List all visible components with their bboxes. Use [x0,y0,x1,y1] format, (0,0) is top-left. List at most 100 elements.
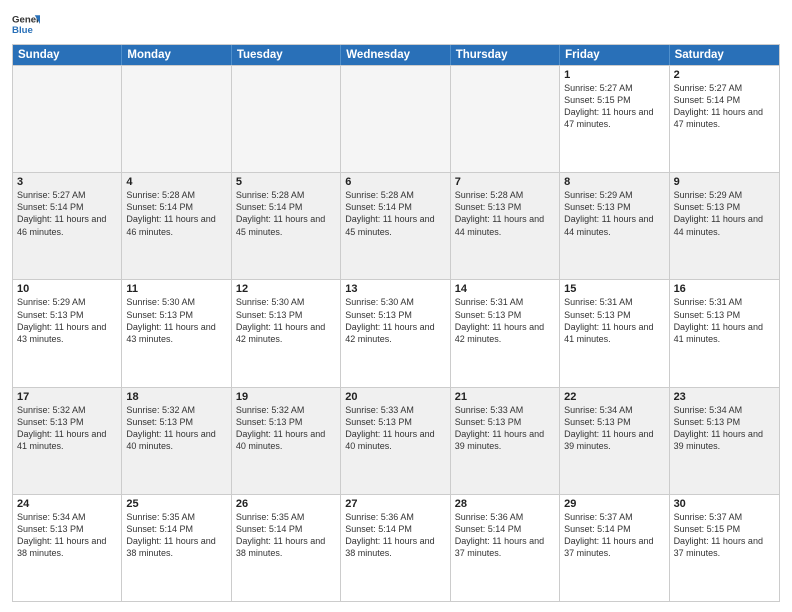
calendar-cell [341,66,450,172]
calendar-cell: 29Sunrise: 5:37 AM Sunset: 5:14 PM Dayli… [560,495,669,601]
day-info: Sunrise: 5:31 AM Sunset: 5:13 PM Dayligh… [455,296,555,345]
calendar-row: 1Sunrise: 5:27 AM Sunset: 5:15 PM Daylig… [13,65,779,172]
calendar-cell: 14Sunrise: 5:31 AM Sunset: 5:13 PM Dayli… [451,280,560,386]
day-info: Sunrise: 5:27 AM Sunset: 5:15 PM Dayligh… [564,82,664,131]
day-number: 15 [564,283,664,295]
day-info: Sunrise: 5:32 AM Sunset: 5:13 PM Dayligh… [17,404,117,453]
day-info: Sunrise: 5:37 AM Sunset: 5:14 PM Dayligh… [564,511,664,560]
header: General Blue [12,10,780,38]
calendar-cell: 10Sunrise: 5:29 AM Sunset: 5:13 PM Dayli… [13,280,122,386]
day-number: 28 [455,498,555,510]
day-info: Sunrise: 5:34 AM Sunset: 5:13 PM Dayligh… [564,404,664,453]
calendar-row: 17Sunrise: 5:32 AM Sunset: 5:13 PM Dayli… [13,387,779,494]
calendar-cell: 2Sunrise: 5:27 AM Sunset: 5:14 PM Daylig… [670,66,779,172]
day-info: Sunrise: 5:30 AM Sunset: 5:13 PM Dayligh… [236,296,336,345]
day-number: 3 [17,176,117,188]
day-info: Sunrise: 5:36 AM Sunset: 5:14 PM Dayligh… [345,511,445,560]
calendar-cell [451,66,560,172]
calendar-cell: 11Sunrise: 5:30 AM Sunset: 5:13 PM Dayli… [122,280,231,386]
logo-icon: General Blue [12,10,40,38]
day-info: Sunrise: 5:32 AM Sunset: 5:13 PM Dayligh… [236,404,336,453]
calendar-cell: 22Sunrise: 5:34 AM Sunset: 5:13 PM Dayli… [560,388,669,494]
day-info: Sunrise: 5:29 AM Sunset: 5:13 PM Dayligh… [564,189,664,238]
day-number: 13 [345,283,445,295]
day-info: Sunrise: 5:37 AM Sunset: 5:15 PM Dayligh… [674,511,775,560]
day-number: 21 [455,391,555,403]
calendar-cell: 1Sunrise: 5:27 AM Sunset: 5:15 PM Daylig… [560,66,669,172]
day-number: 9 [674,176,775,188]
calendar-cell: 19Sunrise: 5:32 AM Sunset: 5:13 PM Dayli… [232,388,341,494]
day-info: Sunrise: 5:28 AM Sunset: 5:14 PM Dayligh… [345,189,445,238]
calendar-cell: 20Sunrise: 5:33 AM Sunset: 5:13 PM Dayli… [341,388,450,494]
day-number: 6 [345,176,445,188]
day-number: 30 [674,498,775,510]
day-number: 24 [17,498,117,510]
day-info: Sunrise: 5:27 AM Sunset: 5:14 PM Dayligh… [674,82,775,131]
calendar-row: 10Sunrise: 5:29 AM Sunset: 5:13 PM Dayli… [13,279,779,386]
day-number: 5 [236,176,336,188]
weekday-header: Monday [122,45,231,65]
day-info: Sunrise: 5:29 AM Sunset: 5:13 PM Dayligh… [17,296,117,345]
day-info: Sunrise: 5:30 AM Sunset: 5:13 PM Dayligh… [345,296,445,345]
day-number: 27 [345,498,445,510]
calendar-cell [232,66,341,172]
day-number: 18 [126,391,226,403]
calendar-cell: 3Sunrise: 5:27 AM Sunset: 5:14 PM Daylig… [13,173,122,279]
calendar-cell [122,66,231,172]
day-info: Sunrise: 5:35 AM Sunset: 5:14 PM Dayligh… [126,511,226,560]
day-info: Sunrise: 5:33 AM Sunset: 5:13 PM Dayligh… [345,404,445,453]
day-info: Sunrise: 5:31 AM Sunset: 5:13 PM Dayligh… [674,296,775,345]
day-info: Sunrise: 5:27 AM Sunset: 5:14 PM Dayligh… [17,189,117,238]
day-number: 1 [564,69,664,81]
calendar-cell: 13Sunrise: 5:30 AM Sunset: 5:13 PM Dayli… [341,280,450,386]
calendar-cell: 26Sunrise: 5:35 AM Sunset: 5:14 PM Dayli… [232,495,341,601]
day-info: Sunrise: 5:29 AM Sunset: 5:13 PM Dayligh… [674,189,775,238]
day-number: 7 [455,176,555,188]
day-number: 17 [17,391,117,403]
calendar-row: 3Sunrise: 5:27 AM Sunset: 5:14 PM Daylig… [13,172,779,279]
day-number: 10 [17,283,117,295]
svg-text:Blue: Blue [12,25,33,36]
calendar-cell: 7Sunrise: 5:28 AM Sunset: 5:13 PM Daylig… [451,173,560,279]
day-number: 11 [126,283,226,295]
calendar-cell: 23Sunrise: 5:34 AM Sunset: 5:13 PM Dayli… [670,388,779,494]
day-info: Sunrise: 5:32 AM Sunset: 5:13 PM Dayligh… [126,404,226,453]
calendar-header: SundayMondayTuesdayWednesdayThursdayFrid… [13,45,779,65]
day-info: Sunrise: 5:28 AM Sunset: 5:14 PM Dayligh… [126,189,226,238]
day-number: 23 [674,391,775,403]
day-number: 16 [674,283,775,295]
calendar-cell: 9Sunrise: 5:29 AM Sunset: 5:13 PM Daylig… [670,173,779,279]
calendar-cell [13,66,122,172]
calendar-cell: 30Sunrise: 5:37 AM Sunset: 5:15 PM Dayli… [670,495,779,601]
day-info: Sunrise: 5:34 AM Sunset: 5:13 PM Dayligh… [674,404,775,453]
page: General Blue SundayMondayTuesdayWednesda… [0,0,792,612]
day-number: 2 [674,69,775,81]
day-info: Sunrise: 5:31 AM Sunset: 5:13 PM Dayligh… [564,296,664,345]
calendar-cell: 28Sunrise: 5:36 AM Sunset: 5:14 PM Dayli… [451,495,560,601]
calendar-cell: 4Sunrise: 5:28 AM Sunset: 5:14 PM Daylig… [122,173,231,279]
logo: General Blue [12,10,40,38]
calendar-cell: 18Sunrise: 5:32 AM Sunset: 5:13 PM Dayli… [122,388,231,494]
day-info: Sunrise: 5:36 AM Sunset: 5:14 PM Dayligh… [455,511,555,560]
day-number: 22 [564,391,664,403]
weekday-header: Sunday [13,45,122,65]
weekday-header: Wednesday [341,45,450,65]
day-number: 20 [345,391,445,403]
day-info: Sunrise: 5:30 AM Sunset: 5:13 PM Dayligh… [126,296,226,345]
day-number: 14 [455,283,555,295]
weekday-header: Saturday [670,45,779,65]
calendar-cell: 27Sunrise: 5:36 AM Sunset: 5:14 PM Dayli… [341,495,450,601]
calendar: SundayMondayTuesdayWednesdayThursdayFrid… [12,44,780,602]
calendar-cell: 25Sunrise: 5:35 AM Sunset: 5:14 PM Dayli… [122,495,231,601]
day-info: Sunrise: 5:28 AM Sunset: 5:13 PM Dayligh… [455,189,555,238]
day-number: 8 [564,176,664,188]
calendar-body: 1Sunrise: 5:27 AM Sunset: 5:15 PM Daylig… [13,65,779,601]
calendar-cell: 15Sunrise: 5:31 AM Sunset: 5:13 PM Dayli… [560,280,669,386]
calendar-row: 24Sunrise: 5:34 AM Sunset: 5:13 PM Dayli… [13,494,779,601]
day-number: 26 [236,498,336,510]
day-info: Sunrise: 5:28 AM Sunset: 5:14 PM Dayligh… [236,189,336,238]
calendar-cell: 8Sunrise: 5:29 AM Sunset: 5:13 PM Daylig… [560,173,669,279]
calendar-cell: 17Sunrise: 5:32 AM Sunset: 5:13 PM Dayli… [13,388,122,494]
calendar-cell: 21Sunrise: 5:33 AM Sunset: 5:13 PM Dayli… [451,388,560,494]
calendar-cell: 6Sunrise: 5:28 AM Sunset: 5:14 PM Daylig… [341,173,450,279]
